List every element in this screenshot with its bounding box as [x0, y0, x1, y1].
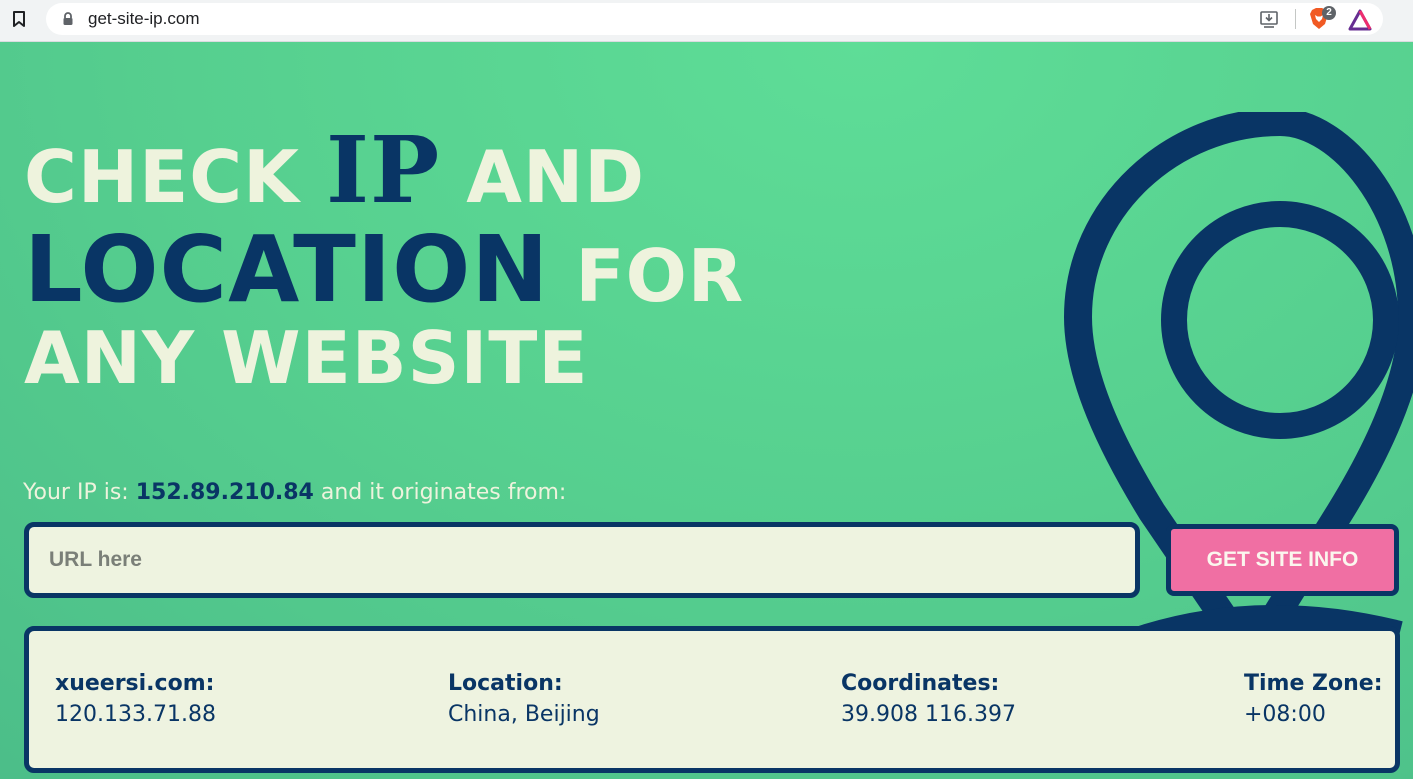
omnibox-divider: [1295, 9, 1296, 29]
result-timezone: Time Zone: +08:00: [1244, 671, 1383, 727]
result-coordinates: Coordinates: 39.908 116.397: [841, 671, 1016, 727]
result-coordinates-label: Coordinates:: [841, 671, 1000, 696]
your-ip-text: Your IP is: 152.89.210.84 and it origina…: [23, 480, 566, 505]
your-ip-value: 152.89.210.84: [135, 480, 314, 505]
title-for: FOR: [575, 234, 745, 318]
result-location: Location: China, Beijing: [448, 671, 600, 727]
title-check: CHECK: [24, 135, 300, 219]
title-line-3: ANY WEBSITE: [24, 316, 589, 400]
browser-toolbar: get-site-ip.com 2: [0, 0, 1413, 42]
your-ip-suffix: and it originates from:: [320, 480, 567, 505]
result-domain-label: xueersi.com:: [55, 671, 215, 696]
brave-shields-badge: 2: [1322, 6, 1336, 20]
result-timezone-label: Time Zone:: [1244, 671, 1383, 696]
result-coordinates-value: 39.908 116.397: [841, 702, 1016, 727]
address-url[interactable]: get-site-ip.com: [88, 9, 199, 29]
page-content: CHECK IP AND LOCATION FOR ANY WEBSITE Yo…: [0, 42, 1413, 779]
address-bar[interactable]: get-site-ip.com 2: [46, 3, 1383, 35]
result-location-label: Location:: [448, 671, 563, 696]
title-and: AND: [466, 135, 646, 219]
result-card: xueersi.com: 120.133.71.88 Location: Chi…: [24, 626, 1400, 773]
lock-icon[interactable]: [62, 12, 74, 26]
title-line-2: LOCATION FOR: [24, 216, 745, 323]
your-ip-prefix: Your IP is:: [23, 480, 129, 505]
result-domain: xueersi.com: 120.133.71.88: [55, 671, 216, 727]
title-line-1: CHECK IP AND: [24, 116, 744, 224]
bookmark-icon[interactable]: [11, 10, 27, 28]
location-pin-icon: [1063, 112, 1413, 663]
result-location-value: China, Beijing: [448, 702, 600, 727]
result-timezone-value: +08:00: [1244, 702, 1326, 727]
title-ip: IP: [326, 116, 441, 224]
install-icon[interactable]: [1259, 9, 1279, 29]
url-input[interactable]: [24, 522, 1140, 598]
title-location: LOCATION: [24, 216, 550, 323]
brave-rewards-icon[interactable]: [1348, 9, 1372, 31]
page-title: CHECK IP AND LOCATION FOR ANY WEBSITE: [24, 116, 744, 416]
result-domain-ip: 120.133.71.88: [55, 702, 216, 727]
get-site-info-button[interactable]: GET SITE INFO: [1166, 524, 1399, 596]
